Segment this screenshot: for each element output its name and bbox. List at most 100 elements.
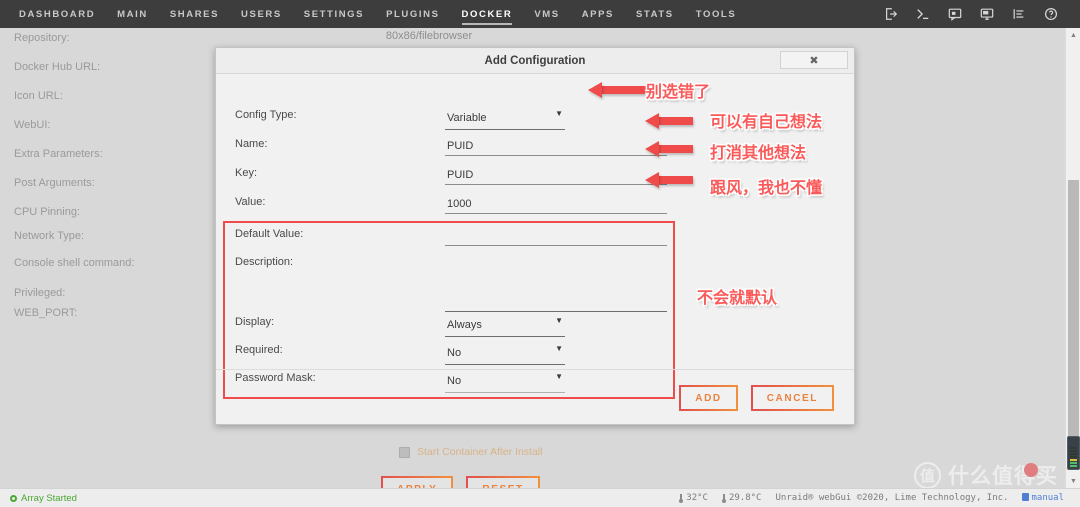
nav-item-dashboard[interactable]: DASHBOARD — [8, 3, 106, 26]
board-temperature: 29.8°C — [721, 493, 762, 503]
field-control-default-value — [445, 226, 685, 246]
label-cpu-pinning: CPU Pinning: — [14, 206, 81, 218]
array-status: Array Started — [0, 493, 77, 504]
label-privileged: Privileged: — [14, 287, 66, 299]
field-row-key: Key: — [235, 165, 835, 185]
terminal-icon[interactable] — [915, 7, 930, 22]
display-select[interactable]: Always ▼ — [445, 314, 565, 337]
field-label-key: Key: — [235, 167, 258, 179]
chevron-down-icon: ▼ — [555, 316, 563, 325]
dialog-body: Config Type: Variable ▼ Name: Key: — [216, 74, 854, 425]
logout-icon[interactable] — [883, 7, 898, 22]
name-input[interactable] — [445, 139, 667, 156]
nav-item-users[interactable]: USERS — [230, 3, 293, 26]
field-row-description: Description: — [235, 254, 835, 317]
start-container-checkbox[interactable] — [399, 446, 410, 458]
field-label-description: Description: — [235, 256, 294, 268]
dialog-title-bar: Add Configuration ✖ — [216, 48, 854, 74]
manual-link-label: manual — [1031, 493, 1064, 503]
label-post-arguments: Post Arguments: — [14, 177, 95, 189]
dialog-footer: ADD CANCEL — [216, 369, 854, 425]
field-label-name: Name: — [235, 138, 268, 150]
help-icon[interactable] — [1043, 7, 1058, 22]
cpu-temperature-value: 32°C — [686, 493, 708, 503]
field-label-required: Required: — [235, 344, 283, 356]
cancel-button[interactable]: CANCEL — [750, 384, 834, 411]
nav-item-stats[interactable]: STATS — [625, 3, 685, 26]
label-console-shell-command: Console shell command: — [14, 257, 135, 269]
required-select[interactable]: No ▼ — [445, 342, 565, 365]
nav-item-settings[interactable]: SETTINGS — [293, 3, 375, 26]
chevron-down-icon: ▼ — [555, 109, 563, 118]
status-right-group: 32°C 29.8°C Unraid® webGui ©2020, Lime T… — [679, 493, 1080, 503]
key-input[interactable] — [445, 168, 667, 185]
vertical-scrollbar[interactable]: ▲ ▼ — [1065, 28, 1080, 488]
scroll-up-icon[interactable]: ▲ — [1066, 28, 1080, 42]
field-control-description — [445, 254, 685, 317]
add-button[interactable]: ADD — [679, 384, 738, 411]
label-icon-url: Icon URL: — [14, 90, 63, 102]
add-configuration-dialog: Add Configuration ✖ Config Type: Variabl… — [215, 47, 855, 425]
chevron-down-icon: ▼ — [555, 344, 563, 353]
label-webui: WebUI: — [14, 119, 51, 131]
nav-icon-group — [883, 7, 1080, 22]
start-container-row[interactable]: Start Container After Install — [399, 446, 542, 458]
nav-item-list: DASHBOARD MAIN SHARES USERS SETTINGS PLU… — [0, 3, 747, 26]
field-row-display: Display: Always ▼ — [235, 314, 835, 337]
manual-link[interactable]: manual — [1022, 493, 1064, 503]
breadcrumb: 80x86/filebrowser — [385, 30, 473, 42]
value-input[interactable] — [445, 197, 667, 214]
field-control-required: No ▼ — [445, 342, 685, 365]
book-icon — [1022, 493, 1030, 501]
field-label-default-value: Default Value: — [235, 228, 304, 240]
field-row-value: Value: — [235, 194, 835, 214]
scrollbar-thumb[interactable] — [1068, 180, 1079, 438]
status-gauge-widget — [1067, 436, 1080, 470]
thermometer-icon — [721, 493, 726, 503]
field-row-config-type: Config Type: Variable ▼ — [235, 107, 835, 130]
field-control-key — [445, 165, 685, 185]
description-textarea[interactable] — [445, 254, 667, 312]
copyright-text: Unraid® webGui ©2020, Lime Technology, I… — [775, 493, 1009, 503]
label-network-type: Network Type: — [14, 230, 85, 242]
field-control-config-type: Variable ▼ — [445, 107, 685, 130]
field-row-name: Name: — [235, 136, 835, 156]
nav-item-docker[interactable]: DOCKER — [451, 3, 524, 26]
close-icon[interactable]: ✖ — [780, 51, 848, 69]
status-indicator-icon — [10, 494, 17, 502]
config-type-value: Variable — [447, 112, 487, 124]
field-label-value: Value: — [235, 196, 266, 208]
display-icon[interactable] — [979, 7, 994, 22]
top-navigation-bar: DASHBOARD MAIN SHARES USERS SETTINGS PLU… — [0, 0, 1080, 28]
field-control-display: Always ▼ — [445, 314, 685, 337]
start-container-label: Start Container After Install — [417, 446, 543, 458]
scroll-down-icon[interactable]: ▼ — [1066, 474, 1080, 488]
nav-item-apps[interactable]: APPS — [571, 3, 625, 26]
board-temperature-value: 29.8°C — [728, 493, 762, 503]
field-control-value — [445, 194, 685, 214]
cpu-temperature: 32°C — [679, 493, 708, 503]
field-label-config-type: Config Type: — [235, 109, 297, 121]
nav-item-plugins[interactable]: PLUGINS — [375, 3, 450, 26]
status-bar: Array Started 32°C 29.8°C Unraid® webGui… — [0, 488, 1080, 507]
dialog-title: Add Configuration — [484, 54, 586, 67]
log-icon[interactable] — [1011, 7, 1026, 22]
field-row-required: Required: No ▼ — [235, 342, 835, 365]
nav-item-main[interactable]: MAIN — [106, 3, 159, 26]
label-extra-parameters: Extra Parameters: — [14, 148, 103, 160]
nav-item-vms[interactable]: VMS — [523, 3, 570, 26]
field-label-display: Display: — [235, 316, 275, 328]
required-value: No — [447, 347, 462, 359]
nav-item-shares[interactable]: SHARES — [159, 3, 230, 26]
label-repository: Repository: — [14, 32, 70, 44]
thermometer-icon — [679, 493, 684, 503]
array-status-label: Array Started — [21, 492, 77, 504]
display-value: Always — [447, 319, 482, 331]
default-value-input[interactable] — [445, 229, 667, 246]
label-web-port: WEB_PORT: — [14, 307, 78, 319]
app-root: DASHBOARD MAIN SHARES USERS SETTINGS PLU… — [0, 0, 1080, 507]
field-row-default-value: Default Value: — [235, 226, 835, 246]
chat-icon[interactable] — [947, 7, 962, 22]
nav-item-tools[interactable]: TOOLS — [685, 3, 748, 26]
config-type-select[interactable]: Variable ▼ — [445, 107, 565, 130]
